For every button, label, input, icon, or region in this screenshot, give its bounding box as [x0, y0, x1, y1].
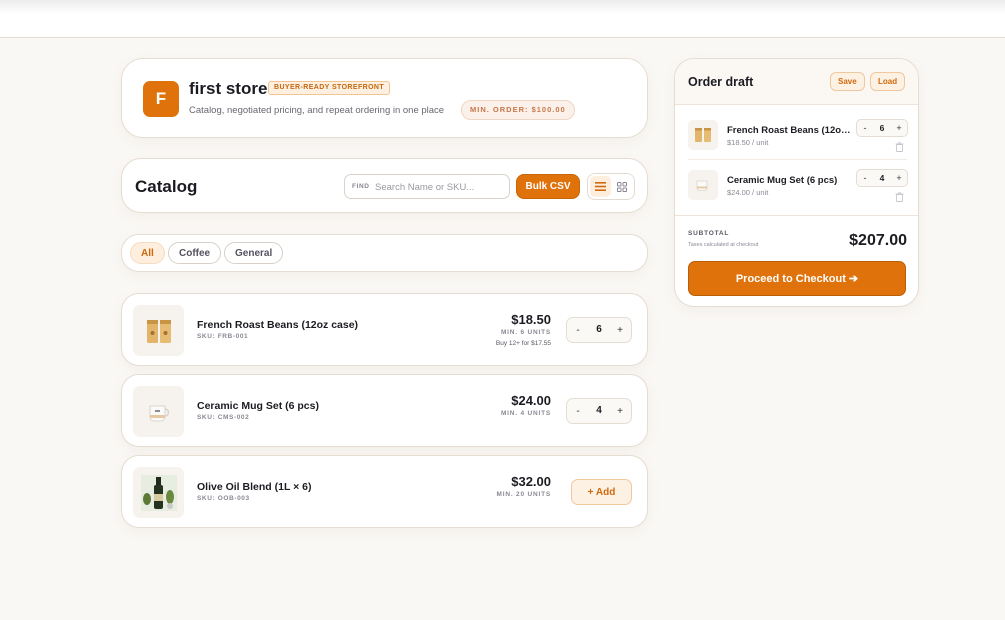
search-box: FIND: [344, 174, 510, 199]
order-draft-header: Order draft Save Load: [675, 59, 918, 105]
decrease-qty-button[interactable]: -: [858, 121, 872, 135]
grid-view-button[interactable]: [611, 176, 632, 197]
search-label: FIND: [352, 183, 370, 190]
product-price: $32.00: [511, 474, 551, 489]
product-sku: SKU: FRB-001: [197, 333, 249, 340]
olive-oil-icon: [140, 474, 177, 511]
grid-icon: [616, 181, 627, 192]
order-item-unit-price: $24.00 / unit: [727, 188, 769, 197]
trash-icon[interactable]: [895, 192, 904, 202]
product-row: Ceramic Mug Set (6 pcs) SKU: CMS-002 $24…: [121, 374, 648, 447]
product-thumbnail: [133, 467, 184, 518]
quantity-stepper: - 6 +: [566, 317, 632, 343]
list-icon: [595, 182, 606, 191]
order-item-thumbnail: [688, 120, 718, 150]
product-price: $18.50: [511, 312, 551, 327]
list-view-button[interactable]: [590, 176, 611, 197]
bulk-csv-button[interactable]: Bulk CSV: [516, 174, 580, 199]
view-toggle: [587, 173, 635, 200]
search-input[interactable]: [375, 179, 505, 195]
storefront-badge: BUYER-READY STOREFRONT: [268, 81, 391, 95]
decrease-qty-button[interactable]: -: [570, 403, 586, 419]
quantity-value[interactable]: 4: [873, 173, 891, 183]
product-price: $24.00: [511, 393, 551, 408]
product-row: French Roast Beans (12oz case) SKU: FRB-…: [121, 293, 648, 366]
quantity-value[interactable]: 4: [587, 405, 611, 416]
order-draft-title: Order draft: [688, 75, 754, 89]
order-item-name: Ceramic Mug Set (6 pcs): [727, 175, 838, 186]
increase-qty-button[interactable]: +: [612, 403, 628, 419]
quantity-value[interactable]: 6: [873, 123, 891, 133]
quantity-value[interactable]: 6: [587, 324, 611, 335]
order-summary: SUBTOTAL Taxes calculated at checkout $2…: [675, 215, 918, 306]
mug-icon: [149, 405, 169, 421]
increase-qty-button[interactable]: +: [612, 322, 628, 338]
save-draft-button[interactable]: Save: [830, 72, 865, 91]
trash-icon[interactable]: [895, 142, 904, 152]
order-qty-stepper: - 4 +: [856, 169, 908, 187]
add-to-order-button[interactable]: + Add: [571, 479, 632, 505]
store-logo: F: [143, 81, 179, 117]
increase-qty-button[interactable]: +: [892, 171, 906, 185]
decrease-qty-button[interactable]: -: [858, 171, 872, 185]
filter-chip-all[interactable]: All: [130, 242, 165, 264]
load-draft-button[interactable]: Load: [870, 72, 906, 91]
coffee-bag-icon: [695, 128, 711, 142]
product-min-units: MIN. 6 UNITS: [500, 329, 551, 336]
order-item-name: French Roast Beans (12oz case): [727, 125, 852, 136]
subtotal-label: SUBTOTAL: [688, 230, 730, 237]
product-min-units: MIN. 20 UNITS: [496, 491, 551, 498]
increase-qty-button[interactable]: +: [892, 121, 906, 135]
coffee-bag-icon: [146, 319, 171, 343]
proceed-to-checkout-button[interactable]: Proceed to Checkout ➔: [688, 261, 906, 296]
order-line-item: French Roast Beans (12oz case) $18.50 / …: [675, 110, 918, 160]
product-sku: SKU: OOB-003: [197, 495, 250, 502]
product-row: Olive Oil Blend (1L × 6) SKU: OOB-003 $3…: [121, 455, 648, 528]
product-name: French Roast Beans (12oz case): [197, 319, 359, 331]
quantity-stepper: - 4 +: [566, 398, 632, 424]
catalog-title: Catalog: [135, 177, 198, 196]
order-line-item: Ceramic Mug Set (6 pcs) $24.00 / unit - …: [675, 160, 918, 210]
subtotal-amount: $207.00: [849, 232, 907, 249]
product-thumbnail: [133, 386, 184, 437]
order-draft-panel: Order draft Save Load French Roast Beans…: [674, 58, 919, 307]
store-header: F first store BUYER-READY STOREFRONT Cat…: [121, 58, 648, 138]
browser-top-bar: [0, 0, 1005, 38]
tier-pricing-note: Buy 12+ for $17.55: [495, 340, 551, 347]
store-subtitle: Catalog, negotiated pricing, and repeat …: [189, 105, 445, 116]
product-name: Olive Oil Blend (1L × 6): [197, 481, 312, 493]
min-order-badge: MIN. ORDER: $100.00: [461, 100, 575, 120]
store-name: first store: [189, 79, 268, 98]
tax-note: Taxes calculated at checkout: [688, 242, 759, 248]
order-item-thumbnail: [688, 170, 718, 200]
filter-chip-general[interactable]: General: [224, 242, 284, 264]
decrease-qty-button[interactable]: -: [570, 322, 586, 338]
order-qty-stepper: - 6 +: [856, 119, 908, 137]
product-thumbnail: [133, 305, 184, 356]
product-min-units: MIN. 4 UNITS: [500, 410, 551, 417]
mug-icon: [696, 180, 708, 191]
category-filter-bar: All Coffee General: [121, 234, 648, 272]
catalog-header: Catalog FIND Bulk CSV: [121, 158, 648, 213]
product-name: Ceramic Mug Set (6 pcs): [197, 400, 319, 412]
order-item-unit-price: $18.50 / unit: [727, 138, 769, 147]
product-sku: SKU: CMS-002: [197, 414, 250, 421]
filter-chip-coffee[interactable]: Coffee: [168, 242, 222, 264]
